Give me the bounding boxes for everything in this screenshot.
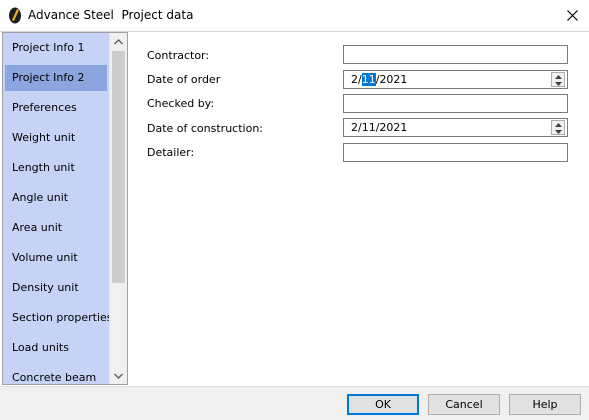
scroll-up-button[interactable] (110, 33, 127, 50)
date-of-order-label: Date of order (147, 73, 221, 86)
help-button[interactable]: Help (509, 394, 581, 415)
category-list-items: Project Info 1 Project Info 2 Preference… (3, 33, 113, 384)
date-of-order-day-selected[interactable]: 11 (361, 73, 376, 86)
ok-button[interactable]: OK (347, 394, 419, 415)
nav-item-section-properties[interactable]: Section properties (5, 305, 113, 331)
checked-by-label: Checked by: (147, 97, 215, 110)
nav-item-density-unit[interactable]: Density unit (5, 275, 107, 301)
nav-item-area-unit[interactable]: Area unit (5, 215, 107, 241)
chevron-up-icon (114, 38, 123, 44)
window-title: Advance Steel Project data (28, 8, 194, 22)
date-of-order-picker[interactable]: 2/11/2021 (343, 70, 568, 89)
nav-item-load-units[interactable]: Load units (5, 335, 107, 361)
date-of-order-spinner[interactable] (551, 72, 565, 87)
cancel-button[interactable]: Cancel (428, 394, 500, 415)
close-icon (566, 9, 578, 21)
category-list-scrollbar[interactable] (109, 33, 127, 384)
nav-item-weight-unit[interactable]: Weight unit (5, 125, 107, 151)
nav-item-preferences[interactable]: Preferences (5, 95, 107, 121)
nav-item-project-info-1[interactable]: Project Info 1 (5, 35, 107, 61)
detailer-label: Detailer: (147, 146, 195, 159)
contractor-input[interactable] (343, 45, 568, 64)
nav-item-project-info-2[interactable]: Project Info 2 (5, 65, 107, 91)
category-list[interactable]: Project Info 1 Project Info 2 Preference… (2, 32, 128, 385)
date-of-order-value[interactable]: 2/11/2021 (351, 73, 407, 86)
spin-up-button[interactable] (552, 121, 564, 128)
chevron-down-icon (114, 373, 123, 379)
date-of-construction-picker[interactable]: 2/11/2021 (343, 118, 568, 137)
date-of-order-month[interactable]: 2 (351, 73, 358, 86)
spin-down-icon (554, 81, 562, 86)
date-of-construction-spinner[interactable] (551, 120, 565, 135)
title-bar: Advance Steel Project data (0, 0, 589, 31)
spin-down-button[interactable] (552, 80, 564, 87)
spin-up-icon (554, 74, 562, 79)
contractor-label: Contractor: (147, 49, 210, 62)
date-of-order-year[interactable]: 2021 (379, 73, 407, 86)
date-of-construction-value[interactable]: 2/11/2021 (351, 121, 407, 134)
dialog-button-bar: OK Cancel Help (0, 386, 589, 420)
nav-item-volume-unit[interactable]: Volume unit (5, 245, 107, 271)
nav-item-concrete-beam[interactable]: Concrete beam (5, 365, 107, 384)
advance-steel-logo-icon (9, 7, 21, 24)
scroll-down-button[interactable] (110, 367, 127, 384)
scroll-thumb[interactable] (112, 51, 125, 283)
close-button[interactable] (556, 2, 588, 28)
nav-item-angle-unit[interactable]: Angle unit (5, 185, 107, 211)
detailer-input[interactable] (343, 143, 568, 162)
checked-by-input[interactable] (343, 94, 568, 113)
nav-item-length-unit[interactable]: Length unit (5, 155, 107, 181)
spin-down-button[interactable] (552, 128, 564, 135)
spin-up-icon (554, 122, 562, 127)
date-of-construction-label: Date of construction: (147, 122, 263, 135)
spin-down-icon (554, 129, 562, 134)
spin-up-button[interactable] (552, 73, 564, 80)
